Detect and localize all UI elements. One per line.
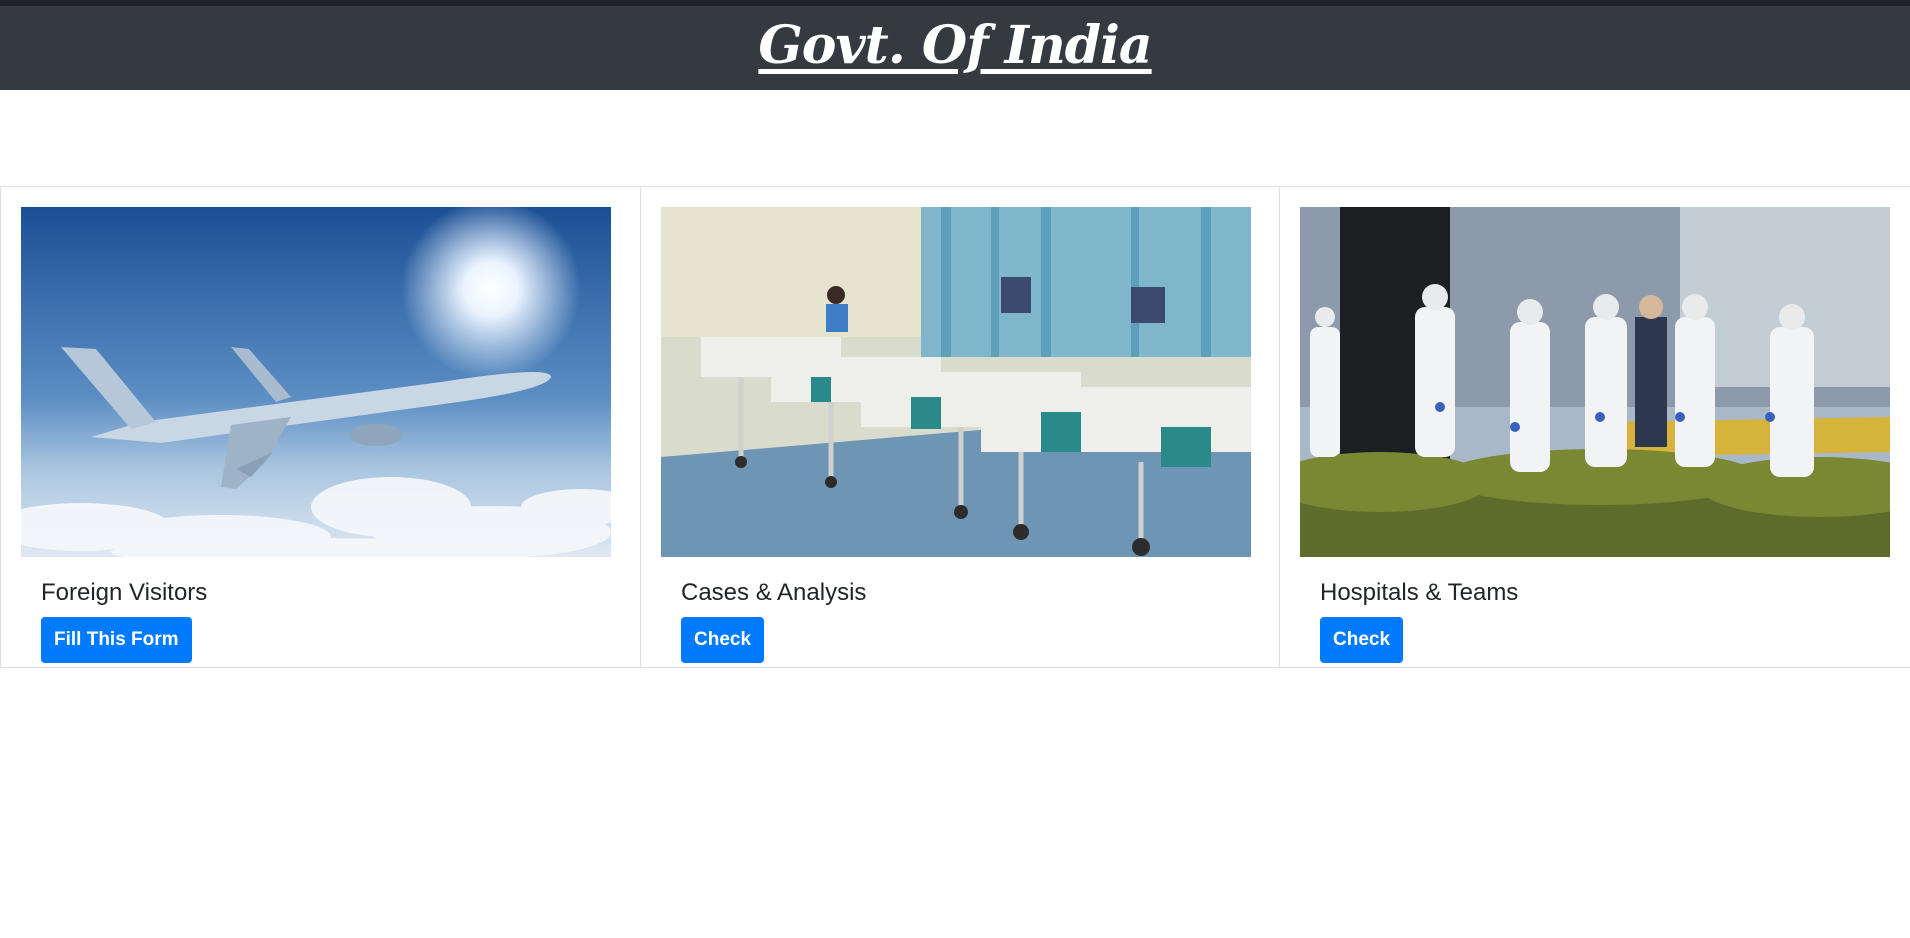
hospital-ward-image <box>661 207 1251 557</box>
navbar: Govt. Of India <box>0 6 1910 90</box>
fill-this-form-button[interactable]: Fill This Form <box>41 617 192 663</box>
navbar-brand[interactable]: Govt. Of India <box>758 14 1152 78</box>
card-title: Cases & Analysis <box>681 579 867 606</box>
medical-team-image <box>1300 207 1890 557</box>
card-hospitals-teams: Hospitals & Teams Check <box>1279 187 1910 667</box>
airplane-image <box>21 207 611 557</box>
card-title: Hospitals & Teams <box>1320 579 1519 606</box>
card-deck: Foreign Visitors Fill This Form Cases & … <box>0 186 1910 668</box>
card-title: Foreign Visitors <box>41 579 208 606</box>
check-hospitals-button[interactable]: Check <box>1320 617 1404 663</box>
check-cases-button[interactable]: Check <box>681 617 765 663</box>
card-foreign-visitors: Foreign Visitors Fill This Form <box>0 187 640 667</box>
card-cases-analysis: Cases & Analysis Check <box>640 187 1279 667</box>
